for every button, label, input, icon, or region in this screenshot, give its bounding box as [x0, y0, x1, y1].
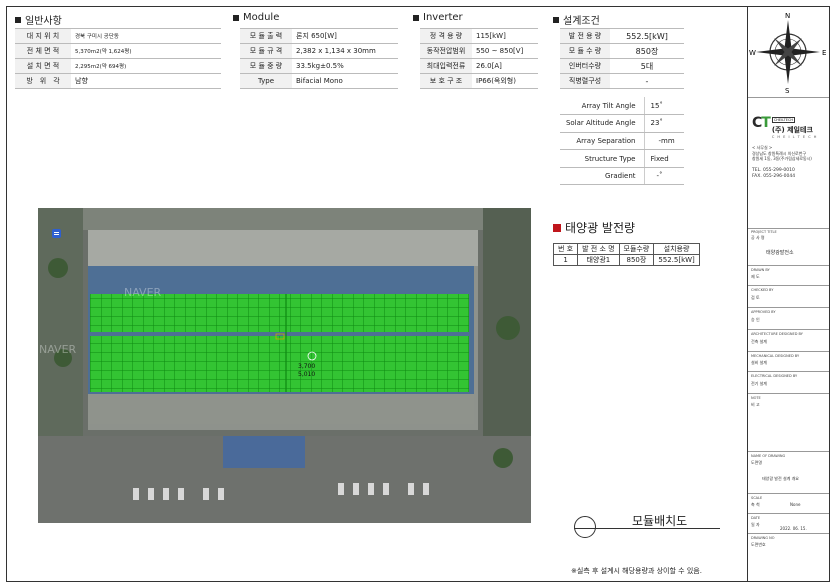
- naver-watermark: NAVER: [39, 343, 77, 356]
- generation-table: 번 호 발 전 소 명 모듈수량 설치용량 1 태양광1 850장 552.5[…: [552, 243, 700, 266]
- general-table: 대 지 위 치 경북 구미시 공단동 전 체 면 적 5,370m2(약 1,624…: [15, 28, 221, 89]
- compass-rose-icon: N S W E: [749, 12, 826, 95]
- module-table: 모 듈 출 력 론지 650[W] 모 듈 규 격 2,382 x 1,134 x …: [240, 28, 398, 89]
- bullet-square-icon: [233, 14, 239, 21]
- pv-array-upper: [90, 294, 469, 332]
- title-block: N S W E CT CHEILTECH (주) 제일테크 C H E I L …: [747, 6, 830, 582]
- compass-area: N S W E: [748, 6, 829, 98]
- array-dimension-label: 5,010: [298, 371, 315, 378]
- module-section-title: Module: [233, 12, 279, 23]
- company-logo: CT CHEILTECH (주) 제일테크 C H E I L T E C H: [752, 114, 818, 140]
- bullet-square-icon: [413, 14, 419, 21]
- tb-scale: SCALE 축 척 None: [748, 494, 829, 514]
- tb-approved-by: APPROVED BY 승 인: [748, 308, 829, 330]
- tb-drawn-by: DRAWN BY 제 도: [748, 266, 829, 286]
- design-section-title: 설계조건: [553, 12, 600, 27]
- design-table: 발 전 용 량 552.5[kW] 모 듈 수 량 850장 인버터수량 5대 직병렬…: [560, 28, 684, 89]
- array-dimension-label: 3,700: [298, 363, 315, 370]
- generation-title: 태양광 발전량: [553, 219, 635, 236]
- tb-architecture: ARCHITECTURE DESIGNED BY 건축 설계: [748, 330, 829, 352]
- naver-watermark: NAVER: [124, 286, 162, 299]
- bullet-square-icon: [15, 16, 21, 23]
- tb-checked-by: CHECKED BY 검 토: [748, 286, 829, 308]
- section-circle-icon: [574, 516, 596, 538]
- inverter-section-title: Inverter: [413, 12, 463, 23]
- array-conditions-table: Array Tilt Angle 15˚ Solar Altitude Angle…: [560, 97, 684, 186]
- tb-drawing-name: NAME OF DRAWING 도면명 태양광 발전 설계 개요: [748, 452, 829, 494]
- annex-roof: [223, 436, 305, 468]
- ct-logo-icon: CT: [752, 114, 771, 131]
- bullet-square-icon: [553, 16, 559, 23]
- compass-east-label: E: [822, 49, 826, 57]
- tb-drawing-no: DRAWING NO 도면번호: [751, 536, 775, 547]
- table-row: 1 태양광1 850장 552.5[kW]: [552, 254, 700, 266]
- company-info: CT CHEILTECH (주) 제일테크 C H E I L T E C H …: [752, 106, 828, 180]
- aerial-map: NAVER NAVER 3,700 5,010: [38, 208, 531, 523]
- inverter-table: 정 격 용 량 115[kW] 동작전압범위 550 ~ 850[V] 최대입력전류…: [420, 28, 538, 89]
- compass-west-label: W: [749, 49, 756, 57]
- compass-south-label: S: [785, 87, 790, 95]
- tb-date: DATE 일 자 2022. 06. 15.: [748, 514, 829, 534]
- pv-array-lower: [90, 336, 469, 392]
- tb-project-title: PROJECT TITLE 공 사 명 태양광발전소: [748, 228, 829, 266]
- site-plan-drawing: NAVER NAVER 3,700 5,010: [38, 208, 531, 523]
- tb-note: NOTE 비 고: [748, 394, 829, 452]
- general-section-title: 일반사항: [15, 12, 62, 27]
- tb-electrical: ELECTRICAL DESIGNED BY 전기 설계: [748, 372, 829, 394]
- tb-mechanical: MECHANICAL DESIGNED BY 설비 설계: [748, 352, 829, 372]
- map-badge-icon: [52, 229, 61, 238]
- compass-north-label: N: [785, 12, 790, 20]
- layout-title-block: 모듈배치도: [570, 510, 720, 540]
- disclaimer-note: ※실측 후 설계시 해당용량과 상이할 수 있음.: [571, 567, 702, 575]
- bullet-red-square-icon: [553, 223, 561, 232]
